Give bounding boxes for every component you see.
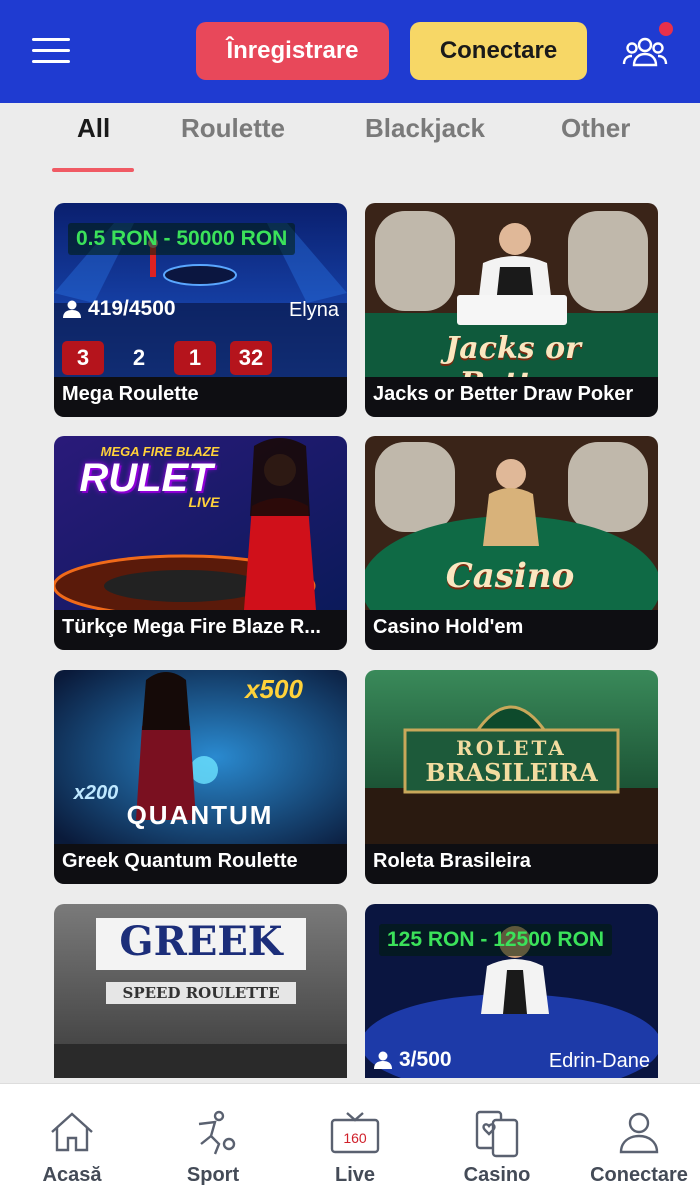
dealer-name: Edrin-Dane	[548, 1050, 650, 1072]
tab-blackjack[interactable]: Blackjack	[365, 113, 485, 144]
nav-label: Casino	[463, 1164, 531, 1186]
game-title: Greek Quantum Roulette	[54, 844, 347, 884]
game-title: Mega Roulette	[54, 377, 347, 417]
category-tabs: All Roulette Blackjack Other	[0, 103, 700, 175]
nav-item-home[interactable]: Acasă	[7, 1084, 137, 1197]
nav-label: Acasă	[42, 1164, 102, 1186]
player-count: 3/500	[373, 1048, 452, 1072]
game-card-roleta-brasileira[interactable]: ROLETA BRASILEIRA Roleta Brasileira	[365, 670, 658, 884]
multiplier-badge: x200	[73, 782, 119, 804]
players-group-icon[interactable]	[622, 34, 668, 70]
register-button[interactable]: Înregistrare	[196, 22, 389, 80]
nav-label: Live	[334, 1164, 376, 1186]
tab-other[interactable]: Other	[561, 113, 630, 144]
tab-all[interactable]: All	[77, 113, 110, 144]
game-title: Roleta Brasileira	[365, 844, 658, 884]
nav-label: Conectare	[590, 1164, 688, 1186]
menu-icon[interactable]	[32, 36, 72, 66]
game-logo: QUANTUM	[126, 800, 274, 830]
player-count-value: 419/4500	[88, 297, 176, 320]
game-logo-line2: SPEED ROULETTE	[122, 984, 280, 1002]
nav-item-casino[interactable]: Casino	[432, 1084, 562, 1197]
user-icon	[63, 300, 81, 318]
login-button[interactable]: Conectare	[410, 22, 587, 80]
game-card-mega-fire-blaze-rulet[interactable]: MEGA FIRE BLAZE RULET LIVE Türkçe Mega F…	[54, 436, 347, 650]
result-number: 1	[174, 341, 216, 375]
result-number: 3	[62, 341, 104, 375]
game-logo-sub: LIVE	[188, 494, 220, 510]
nav-item-sport[interactable]: Sport	[148, 1084, 278, 1197]
multiplier-badge: x500	[245, 674, 303, 704]
notification-dot	[659, 22, 673, 36]
nav-item-login[interactable]: Conectare	[574, 1084, 700, 1197]
active-tab-indicator	[52, 168, 134, 172]
game-card-greek-quantum-roulette[interactable]: x500 x200 QUANTUM Greek Quantum Roulette	[54, 670, 347, 884]
bet-limit-badge: 125 RON - 12500 RON	[379, 924, 613, 956]
result-number: 32	[230, 341, 272, 375]
live-badge-text: 160	[343, 1130, 367, 1146]
player-count: 419/4500	[62, 297, 176, 321]
live-tv-icon: 160	[330, 1112, 380, 1154]
recent-results: 3 2 1 32	[62, 341, 272, 375]
bottom-navigation: Acasă Sport 160 Live Casino Conectare	[0, 1083, 700, 1197]
player-count-value: 3/500	[399, 1048, 452, 1071]
game-title: Jacks or Better Draw Poker	[365, 377, 658, 417]
result-number: 2	[132, 345, 146, 370]
game-card-jacks-or-better[interactable]: Jacks or Better Jacks or Better Draw Pok…	[365, 203, 658, 417]
user-icon	[374, 1051, 392, 1069]
dealer-name: Elyna	[288, 299, 339, 321]
game-logo-line1: ROLETA	[456, 736, 567, 760]
game-logo-line1: GREEK	[119, 918, 283, 965]
home-icon	[51, 1112, 93, 1152]
user-icon	[619, 1112, 659, 1154]
game-logo: Casino	[445, 556, 575, 596]
nav-item-live[interactable]: 160 Live	[290, 1084, 420, 1197]
game-title: Casino Hold'em	[365, 610, 658, 650]
game-logo-line2: BRASILEIRA	[425, 758, 598, 787]
top-header: Înregistrare Conectare	[0, 0, 700, 103]
game-card-mega-roulette[interactable]: 0.5 RON - 50000 RON 419/4500 Elyna 3 2 1…	[54, 203, 347, 417]
nav-label: Sport	[186, 1164, 240, 1186]
sport-icon	[198, 1110, 236, 1155]
tab-roulette[interactable]: Roulette	[181, 113, 285, 144]
game-title: Türkçe Mega Fire Blaze R...	[54, 610, 347, 650]
game-card-casino-holdem[interactable]: Casino Casino Hold'em	[365, 436, 658, 650]
bet-limit-badge: 0.5 RON - 50000 RON	[68, 223, 296, 255]
casino-cards-icon	[475, 1110, 519, 1158]
